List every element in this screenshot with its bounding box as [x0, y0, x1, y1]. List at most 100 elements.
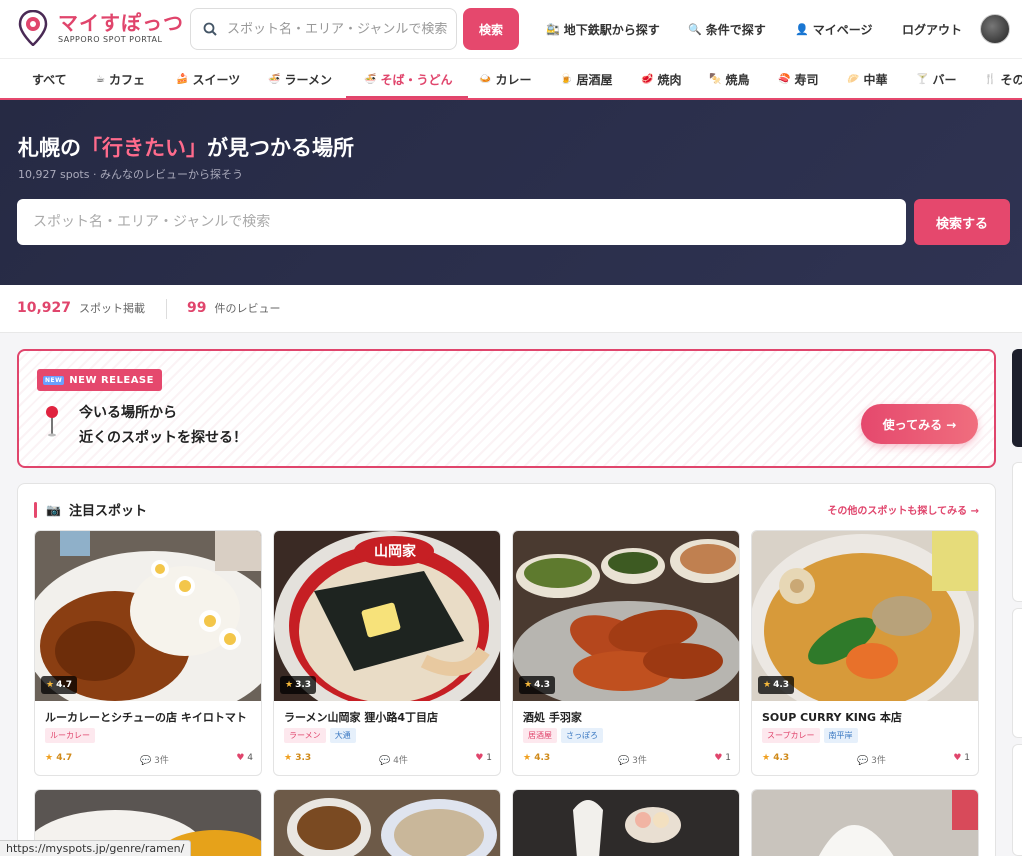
spot-card-footer: ★ 4.3 💬 3件 ♥ 1: [523, 753, 731, 767]
spot-card-footer: ★ 3.3 💬 4件 ♥ 1: [284, 753, 492, 767]
genre-tag[interactable]: 居酒屋: [523, 728, 557, 743]
site-logo[interactable]: マイすぽっつ SAPPORO SPOT PORTAL: [18, 10, 184, 46]
spot-name[interactable]: ラーメン山岡家 狸小路4丁目店: [284, 709, 496, 725]
spot-rating: ★ 3.3: [284, 753, 312, 763]
category-label: 居酒屋: [576, 72, 613, 87]
stat-reviews-count: 99: [187, 300, 207, 316]
star-icon: ★: [284, 753, 293, 763]
like-count[interactable]: ♥ 1: [475, 753, 492, 763]
avatar[interactable]: [980, 14, 1010, 44]
spot-card[interactable]: [273, 789, 501, 856]
category-tab-yakiniku[interactable]: 🥩 焼肉: [639, 59, 683, 98]
like-count[interactable]: ♥ 1: [714, 753, 731, 763]
genre-tag[interactable]: ルーカレー: [45, 728, 95, 743]
category-label: 焼肉: [657, 72, 682, 87]
heart-icon: ♥: [236, 753, 245, 763]
area-tag[interactable]: さっぽろ: [561, 728, 603, 743]
new-icon: NEW: [43, 375, 65, 385]
category-label: 焼鳥: [725, 72, 750, 87]
genre-tag[interactable]: ラーメン: [284, 728, 326, 743]
spot-name[interactable]: SOUP CURRY KING 本店: [762, 709, 974, 725]
spot-card[interactable]: ★ 4.7 ルーカレーとシチューの店 キイロトマト ルーカレー ★ 4.7 💬 3…: [34, 530, 262, 776]
hero-search-button[interactable]: 検索する: [914, 199, 1010, 245]
location-pin-icon: [46, 406, 58, 437]
spot-photo: [513, 790, 739, 856]
category-label: カフェ: [108, 72, 145, 87]
spot-card[interactable]: [751, 789, 979, 856]
meat-icon: 🥩: [641, 73, 654, 85]
category-label: カレー: [495, 72, 532, 87]
brand-subtitle: SAPPORO SPOT PORTAL: [58, 35, 163, 44]
nav-logout[interactable]: ログアウト: [902, 0, 962, 58]
review-count: 💬 4件: [379, 756, 408, 766]
category-tab-all[interactable]: すべて: [30, 59, 69, 98]
rating-badge: ★ 4.3: [758, 676, 795, 694]
svg-text:山岡家: 山岡家: [374, 543, 417, 560]
spot-rating: ★ 4.3: [762, 753, 790, 763]
category-label: ラーメン: [284, 72, 332, 87]
header-search-input[interactable]: [227, 21, 452, 37]
spot-name[interactable]: ルーカレーとシチューの店 キイロトマト: [45, 709, 257, 725]
area-tag[interactable]: 大通: [329, 728, 356, 743]
try-it-button[interactable]: 使ってみる →: [861, 404, 978, 444]
utensils-icon: 🍴: [984, 73, 997, 85]
spot-tags: 居酒屋 さっぽろ: [523, 728, 607, 743]
stats-divider: [166, 299, 167, 319]
category-tab-bar[interactable]: 🍸 バー: [914, 59, 958, 98]
rating-badge: ★ 3.3: [280, 676, 317, 694]
review-count: 💬 3件: [140, 756, 169, 766]
like-count[interactable]: ♥ 4: [236, 753, 253, 763]
spot-card[interactable]: ★ 4.3 酒処 手羽家 居酒屋 さっぽろ ★ 4.3 💬 3件 ♥ 1: [512, 530, 740, 776]
nav-mypage[interactable]: 👤 マイページ: [795, 0, 872, 58]
rating-badge: ★ 4.7: [41, 676, 78, 694]
category-tab-chinese[interactable]: 🥟 中華: [845, 59, 889, 98]
category-tab-sushi[interactable]: 🍣 寿司: [776, 59, 820, 98]
ramen-bowl-icon: 🍜: [268, 73, 281, 85]
category-label: 中華: [863, 72, 888, 87]
rating-badge: ★ 4.3: [519, 676, 556, 694]
category-tab-sweets[interactable]: 🍰 スイーツ: [174, 59, 242, 98]
stat-spots-label: スポット掲載: [79, 302, 146, 315]
heart-icon: ♥: [714, 753, 723, 763]
nav-mypage-label: マイページ: [812, 22, 873, 37]
side-panel-edge: [1012, 349, 1022, 447]
dumpling-icon: 🥟: [847, 73, 860, 85]
header-search-button[interactable]: 検索: [463, 8, 519, 50]
nav-subway-station[interactable]: 🚉 地下鉄駅から探す: [546, 0, 660, 58]
nav-conditions[interactable]: 🔍 条件で探す: [688, 0, 766, 58]
category-tab-ramen[interactable]: 🍜 ラーメン: [266, 59, 334, 98]
category-tab-izakaya[interactable]: 🍺 居酒屋: [558, 59, 614, 98]
map-pin-logo-icon: [18, 10, 48, 46]
category-tab-yakitori[interactable]: 🍢 焼鳥: [707, 59, 751, 98]
spot-tags: ラーメン 大通: [284, 728, 360, 743]
spot-card[interactable]: [512, 789, 740, 856]
more-spots-link[interactable]: その他のスポットも探してみる →: [827, 502, 979, 517]
spot-card[interactable]: 山岡家 ★ 3.3 ラーメン山岡家 狸小路4丁目店 ラーメン 大通 ★ 3.3 💬…: [273, 530, 501, 776]
category-tab-cafe[interactable]: ☕ カフェ: [94, 59, 147, 98]
stat-reviews: 99 件のレビュー: [187, 300, 280, 316]
category-tab-soba-udon[interactable]: 🍜 そば・うどん: [345, 59, 470, 98]
star-icon: ★: [285, 680, 294, 690]
category-tab-other[interactable]: 🍴 その: [982, 59, 1022, 98]
side-panel-edge: [1012, 462, 1022, 602]
star-icon: ★: [762, 753, 771, 763]
star-icon: ★: [763, 680, 772, 690]
category-label: 寿司: [794, 72, 819, 87]
hero-search-input[interactable]: [33, 214, 893, 230]
side-panel-edge: [1012, 744, 1022, 856]
skewer-icon: 🍢: [709, 73, 722, 85]
genre-tag[interactable]: スープカレー: [762, 728, 820, 743]
like-count[interactable]: ♥ 1: [953, 753, 970, 763]
search-icon: 🔍: [688, 22, 702, 36]
area-tag[interactable]: 南平岸: [823, 728, 858, 743]
spot-tags: ルーカレー: [45, 728, 99, 743]
star-icon: ★: [46, 680, 55, 690]
spot-card[interactable]: ★ 4.3 SOUP CURRY KING 本店 スープカレー 南平岸 ★ 4.3…: [751, 530, 979, 776]
release-text: 今いる場所から 近くのスポットを探せる！: [79, 401, 247, 451]
nav-subway-label: 地下鉄駅から探す: [563, 22, 660, 37]
category-tab-curry[interactable]: 🍛 カレー: [477, 59, 533, 98]
top-header: マイすぽっつ SAPPORO SPOT PORTAL 検索 🚉 地下鉄駅から探す…: [0, 0, 1022, 58]
spot-name[interactable]: 酒処 手羽家: [523, 709, 735, 725]
star-icon: ★: [45, 753, 54, 763]
category-label: その: [1000, 72, 1022, 87]
